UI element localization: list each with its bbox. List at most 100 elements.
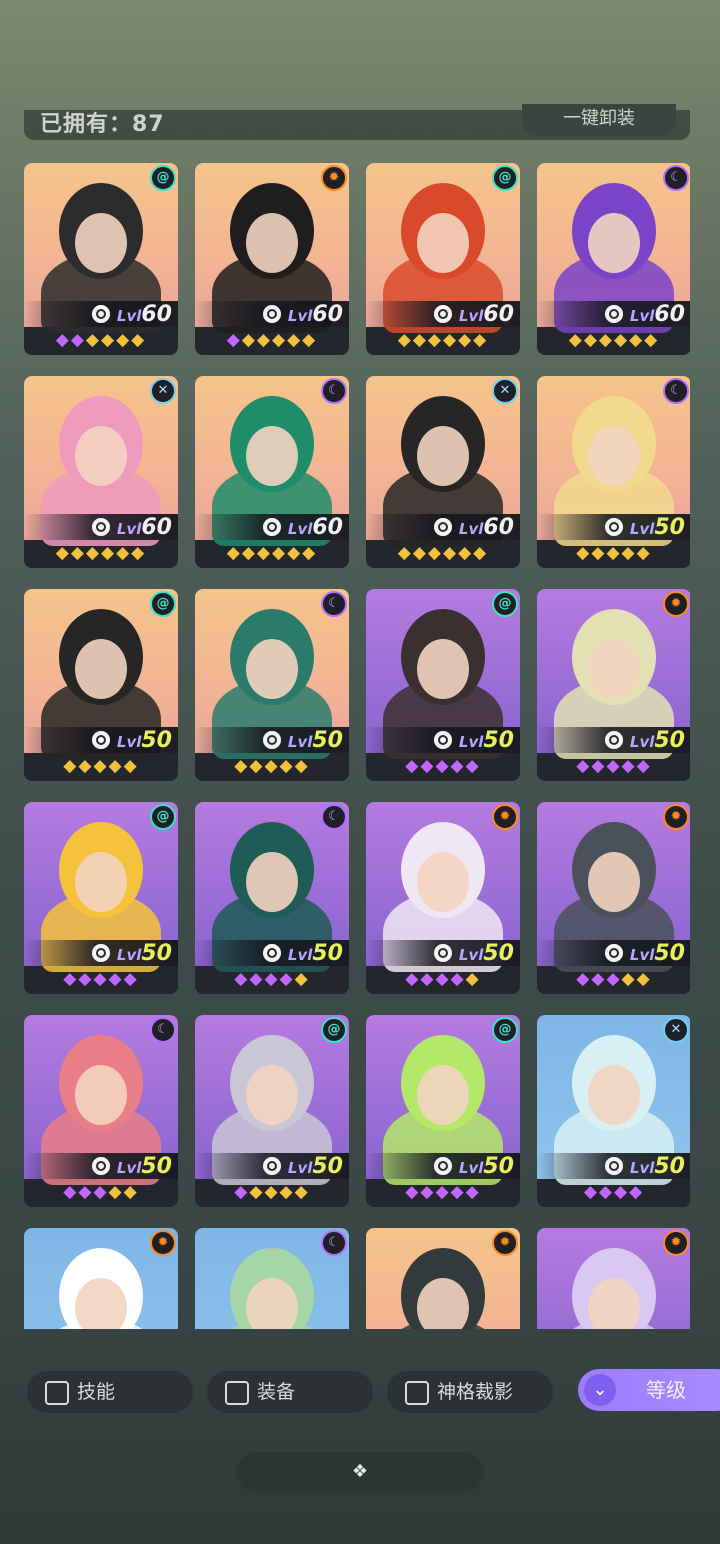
hero-card[interactable]: @ Lvl50 ◆◆◆◆◆ (24, 802, 178, 994)
hero-card[interactable]: ☾ Lvl50 ◆◆◆◆◆ (24, 1015, 178, 1207)
filter-skill[interactable]: 技能 (27, 1371, 193, 1413)
purple-gem-icon: ◆ (234, 969, 250, 989)
hero-card[interactable]: ✹ Lvl50 ◆◆◆◆◆ (537, 589, 690, 781)
gold-gem-icon: ◆ (78, 756, 94, 776)
purple-gem-icon: ◆ (435, 756, 451, 776)
skill-wheel-icon (263, 1157, 281, 1175)
hero-card[interactable]: @ Lvl50 ◆◆◆◆◆ (366, 1015, 520, 1207)
level-prefix: Lvl (287, 733, 313, 751)
hero-face-art (417, 1065, 469, 1125)
level-prefix: Lvl (629, 307, 655, 325)
star-gems: ◆◆◆◆◆◆ (195, 329, 349, 351)
hero-card[interactable]: ✹ Lvl50 ◆◆◆◆◆ (537, 802, 690, 994)
hero-card[interactable]: ✕ Lvl60 ◆◆◆◆◆◆ (24, 376, 178, 568)
sun-badge-icon: ✹ (663, 591, 689, 617)
hero-card[interactable]: ☾ Lvl50 ◆◆◆◆◆ (537, 376, 690, 568)
star-gems: ◆◆◆◆◆ (24, 755, 178, 777)
gold-gem-icon: ◆ (70, 543, 86, 563)
gold-gem-icon: ◆ (412, 330, 428, 350)
gold-gem-icon: ◆ (108, 1182, 124, 1202)
gold-gem-icon: ◆ (93, 756, 109, 776)
gold-gem-icon: ◆ (131, 543, 147, 563)
hero-card[interactable]: ☾ Lvl50 ◆◆◆◆◆ (195, 802, 349, 994)
sun-badge-icon: ✹ (150, 1230, 176, 1256)
level-prefix: Lvl (116, 733, 142, 751)
hero-card[interactable]: ✹ Lvl60 ◆◆◆◆◆◆ (195, 163, 349, 355)
gold-gem-icon: ◆ (272, 543, 288, 563)
hero-card[interactable]: ☾ Lvl60 ◆◆◆◆◆◆ (195, 376, 349, 568)
one-click-unequip-button[interactable]: 一键卸装 (522, 104, 676, 136)
gold-gem-icon: ◆ (568, 330, 584, 350)
level-prefix: Lvl (629, 733, 655, 751)
skill-wheel-icon (605, 944, 623, 962)
hero-card[interactable]: ✹ (366, 1228, 520, 1329)
purple-gem-icon: ◆ (55, 330, 71, 350)
star-gems: ◆◆◆◆◆◆ (24, 542, 178, 564)
gold-gem-icon: ◆ (116, 330, 132, 350)
hero-card[interactable]: ✹ Lvl50 ◆◆◆◆◆ (366, 802, 520, 994)
hero-card[interactable]: @ Lvl60 ◆◆◆◆◆◆ (24, 163, 178, 355)
hero-card[interactable]: ✹ (24, 1228, 178, 1329)
gold-gem-icon: ◆ (55, 543, 71, 563)
purple-gem-icon: ◆ (450, 756, 466, 776)
moon-badge-icon: ☾ (321, 591, 347, 617)
hero-card[interactable]: @ Lvl50 ◆◆◆◆◆ (24, 589, 178, 781)
hero-card[interactable]: ☾ (195, 1228, 349, 1329)
level-number: 60 (312, 302, 343, 327)
gold-gem-icon: ◆ (234, 756, 250, 776)
hero-card[interactable]: @ Lvl50 ◆◆◆◆◆ (195, 1015, 349, 1207)
hero-card[interactable]: ✕ Lvl50 ◆◆◆◆ (537, 1015, 690, 1207)
gold-gem-icon: ◆ (458, 543, 474, 563)
hero-card[interactable]: ✕ Lvl60 ◆◆◆◆◆◆ (366, 376, 520, 568)
skill-wheel-icon (263, 731, 281, 749)
hero-card[interactable]: @ Lvl50 ◆◆◆◆◆ (366, 589, 520, 781)
level-number: 50 (483, 941, 514, 966)
purple-gem-icon: ◆ (606, 969, 622, 989)
skill-wheel-icon (605, 731, 623, 749)
bottom-toggle-button[interactable]: ❖ (236, 1452, 484, 1492)
purple-gem-icon: ◆ (621, 756, 637, 776)
hero-face-art (246, 852, 298, 912)
purple-gem-icon: ◆ (614, 1182, 630, 1202)
cross-badge-icon: ✕ (150, 378, 176, 404)
hero-level: Lvl60 (288, 515, 343, 540)
purple-gem-icon: ◆ (450, 1182, 466, 1202)
purple-gem-icon: ◆ (435, 969, 451, 989)
gold-gem-icon: ◆ (621, 543, 637, 563)
hero-level: Lvl60 (288, 302, 343, 327)
spiral-badge-icon: @ (492, 1017, 518, 1043)
filter-divine-shadow[interactable]: 神格裁影 (387, 1371, 553, 1413)
gold-gem-icon: ◆ (636, 969, 652, 989)
star-gems: ◆◆◆◆◆ (537, 755, 690, 777)
skill-wheel-icon (605, 1157, 623, 1175)
cross-badge-icon: ✕ (492, 378, 518, 404)
star-gems: ◆◆◆◆◆ (195, 755, 349, 777)
level-prefix: Lvl (116, 946, 142, 964)
filter-equipment[interactable]: 装备 (207, 1371, 373, 1413)
level-number: 60 (141, 302, 172, 327)
gold-gem-icon: ◆ (458, 330, 474, 350)
purple-gem-icon: ◆ (405, 969, 421, 989)
purple-gem-icon: ◆ (465, 756, 481, 776)
gold-gem-icon: ◆ (287, 330, 303, 350)
hero-card[interactable]: ☾ Lvl60 ◆◆◆◆◆◆ (537, 163, 690, 355)
hero-face-art (246, 1278, 298, 1329)
gold-gem-icon: ◆ (294, 756, 310, 776)
filter-equipment-label: 装备 (257, 1381, 296, 1403)
skill-wheel-icon (605, 518, 623, 536)
skill-wheel-icon (92, 1157, 110, 1175)
gold-gem-icon: ◆ (241, 330, 257, 350)
sort-label: 等级 (646, 1378, 686, 1402)
hero-card[interactable]: ✹ (537, 1228, 690, 1329)
moon-badge-icon: ☾ (321, 1230, 347, 1256)
skill-wheel-icon (434, 1157, 452, 1175)
gold-gem-icon: ◆ (302, 330, 318, 350)
level-prefix: Lvl (116, 1159, 142, 1177)
hero-card[interactable]: @ Lvl60 ◆◆◆◆◆◆ (366, 163, 520, 355)
skill-wheel-icon (92, 944, 110, 962)
hero-card[interactable]: ☾ Lvl50 ◆◆◆◆◆ (195, 589, 349, 781)
sort-by-level-button[interactable]: ⌄ 等级 (578, 1369, 720, 1411)
gold-gem-icon: ◆ (397, 543, 413, 563)
level-prefix: Lvl (458, 1159, 484, 1177)
hero-face-art (75, 213, 127, 273)
